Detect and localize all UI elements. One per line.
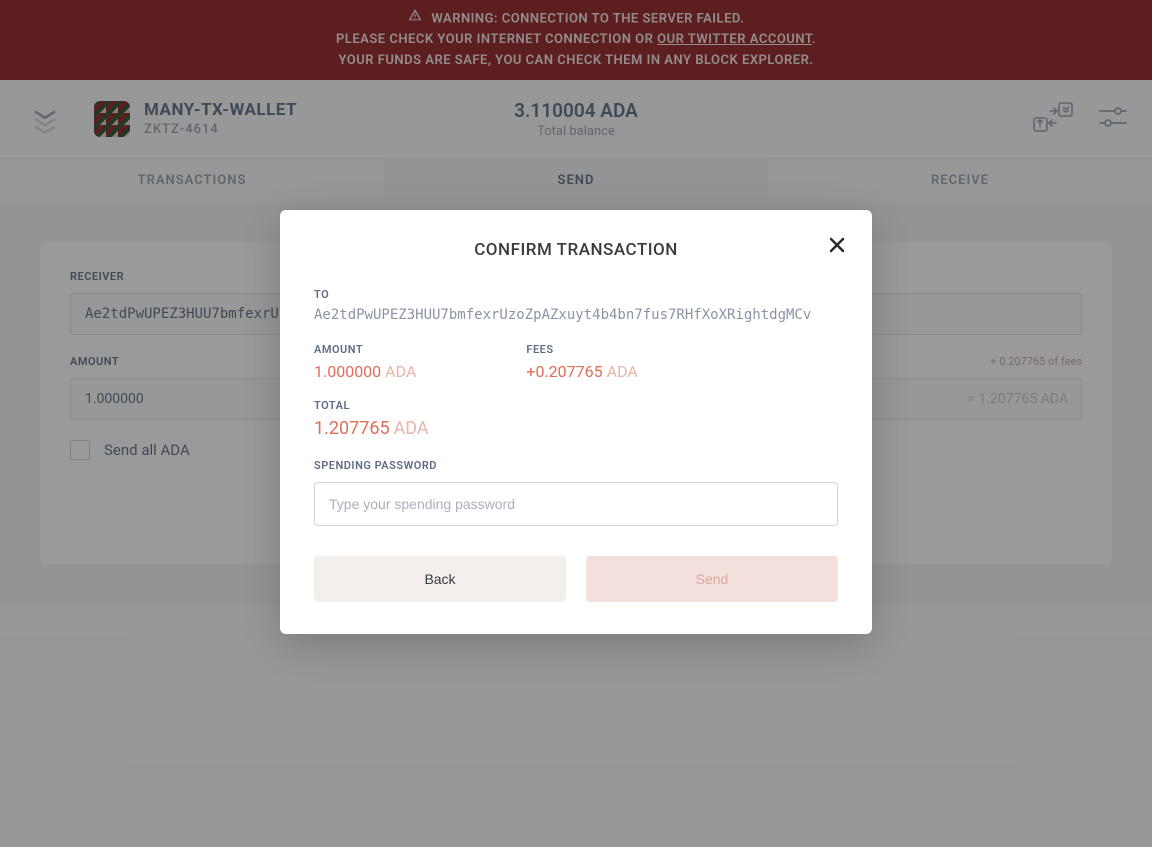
send-button[interactable]: Send [586,556,838,602]
confirm-transaction-modal: CONFIRM TRANSACTION TO Ae2tdPwUPEZ3HUU7b… [280,210,872,634]
total-number: 1.207765 [314,418,390,439]
total-unit: ADA [394,418,429,439]
modal-fees-label: FEES [526,343,637,356]
modal-amount-value: 1.000000ADA [314,362,416,381]
modal-total-label: TOTAL [314,399,838,412]
fees-number: +0.207765 [526,362,602,381]
password-label: SPENDING PASSWORD [314,459,838,472]
to-label: TO [314,288,838,301]
modal-overlay: CONFIRM TRANSACTION TO Ae2tdPwUPEZ3HUU7b… [0,0,1152,847]
back-button[interactable]: Back [314,556,566,602]
to-address: Ae2tdPwUPEZ3HUU7bmfexrUzoZpAZxuyt4b4bn7f… [314,307,838,323]
modal-total-value: 1.207765ADA [314,418,838,439]
modal-title: CONFIRM TRANSACTION [314,240,838,260]
amount-number: 1.000000 [314,362,381,381]
close-icon[interactable] [828,236,846,258]
spending-password-input[interactable] [314,482,838,526]
modal-amount-label: AMOUNT [314,343,416,356]
modal-fees-value: +0.207765 ADA [526,362,637,381]
fees-unit: ADA [607,362,638,381]
amount-unit: ADA [385,362,416,381]
